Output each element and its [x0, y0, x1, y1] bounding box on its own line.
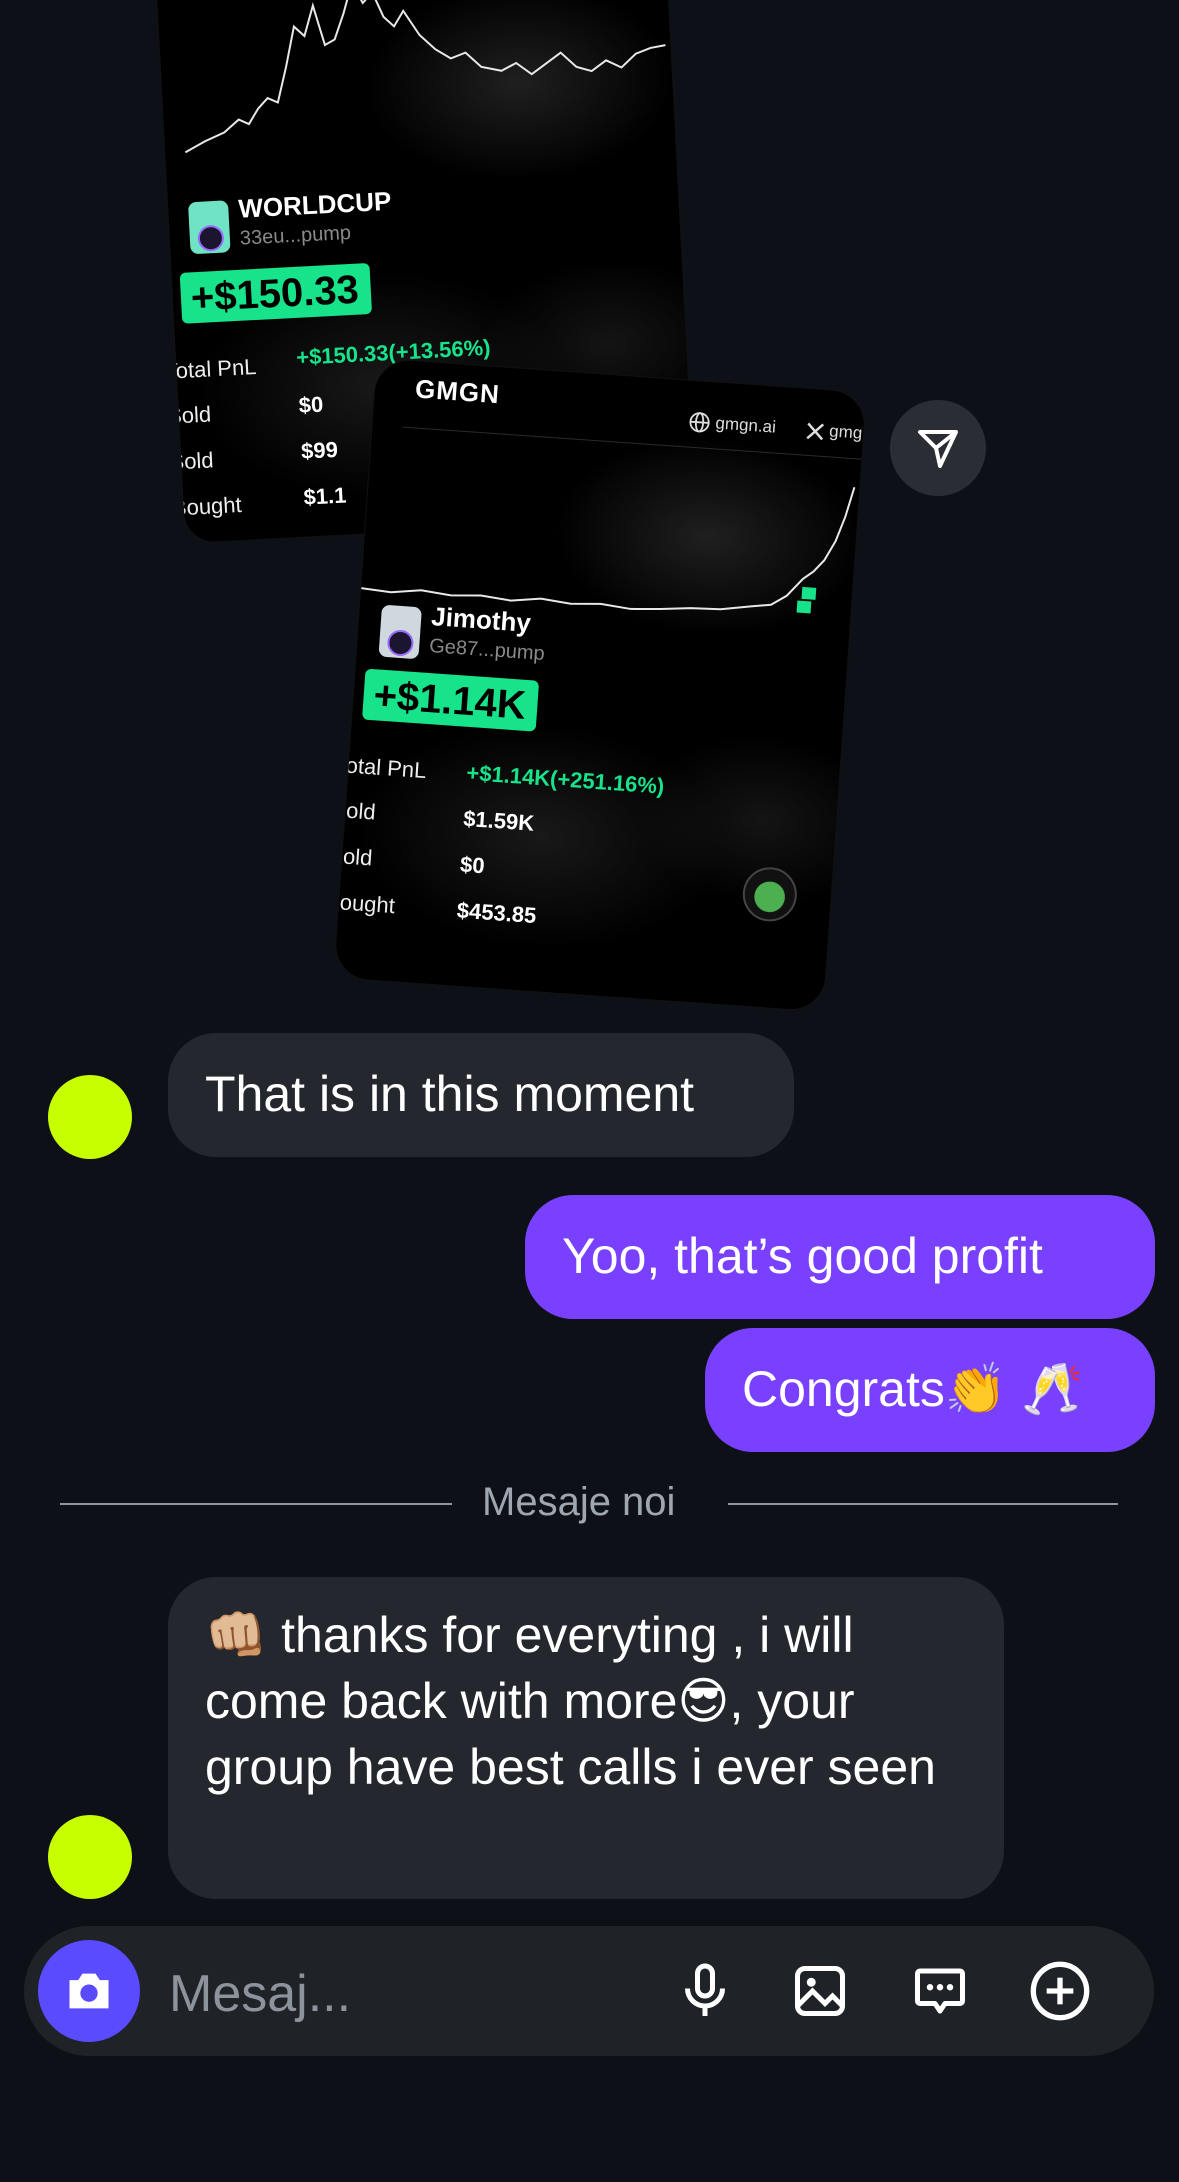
token-logo: [187, 200, 231, 255]
stat-label: Bought: [333, 888, 396, 919]
stat-label: Sold: [166, 401, 212, 429]
avatar[interactable]: [48, 1815, 132, 1899]
token-logo: [378, 604, 422, 660]
divider-line: [60, 1503, 452, 1505]
message-composer: Mesaj...: [24, 1926, 1154, 2056]
pnl-card-jimothy[interactable]: GMGN gmgn.ai gmg Jimothy Ge87...pump +$1…: [333, 358, 867, 1012]
stat-value: $1.1: [302, 482, 347, 510]
stat-value: $453.85: [456, 897, 538, 929]
message-text: Congrats👏 🥂: [742, 1361, 1084, 1417]
globe-icon: [689, 412, 710, 433]
share-icon: [918, 430, 958, 468]
image-icon: [795, 1966, 845, 2016]
brand-logo: GMGN: [414, 373, 501, 410]
message-bubble-incoming[interactable]: 👊🏼 thanks for everyting , i will come ba…: [168, 1577, 1004, 1899]
new-messages-divider: Mesaje noi: [482, 1480, 676, 1524]
image-button[interactable]: [784, 1955, 856, 2027]
stat-label: Sold: [168, 447, 215, 475]
microphone-icon: [685, 1963, 725, 2016]
message-text: 👊🏼 thanks for everyting , i will come ba…: [205, 1607, 936, 1795]
message-text: That is in this moment: [205, 1066, 695, 1122]
stat-label: Sold: [333, 796, 377, 825]
message-bubble-incoming[interactable]: That is in this moment: [168, 1033, 794, 1157]
camera-icon: [69, 1973, 109, 2009]
solana-icon: [197, 224, 225, 252]
price-chart: [184, 0, 666, 154]
camera-button[interactable]: [38, 1940, 140, 2042]
buy-marker: [801, 586, 817, 600]
message-text: Yoo, that’s good profit: [562, 1228, 1043, 1284]
stat-label: Bought: [171, 491, 243, 521]
site-url: gmgn.ai: [714, 413, 777, 437]
stat-value: $0: [298, 391, 324, 418]
microphone-button[interactable]: [669, 1955, 741, 2027]
pnl-badge: +$150.33: [179, 262, 373, 324]
message-bubble-outgoing[interactable]: Yoo, that’s good profit: [525, 1195, 1155, 1319]
x-handle: gmg: [828, 421, 863, 443]
sticker-button[interactable]: [904, 1955, 976, 2027]
stat-label: Total PnL: [164, 354, 258, 384]
stat-label: Sold: [333, 842, 374, 871]
stat-value: $0: [459, 851, 486, 879]
more-button[interactable]: [1024, 1955, 1096, 2027]
x-logo-icon: [806, 422, 825, 441]
message-input[interactable]: Mesaj...: [169, 1964, 351, 2024]
stat-value: $99: [300, 436, 339, 464]
buy-marker: [796, 600, 812, 614]
avatar[interactable]: [48, 1075, 132, 1159]
share-button[interactable]: [890, 400, 986, 496]
stat-value: $1.59K: [462, 805, 536, 836]
message-bubble-outgoing[interactable]: Congrats👏 🥂: [705, 1328, 1155, 1452]
chat-bubble-icon: [915, 1968, 965, 2014]
plus-circle-icon: [1030, 1961, 1090, 2021]
solana-icon: [386, 629, 415, 657]
divider-line: [728, 1503, 1118, 1505]
